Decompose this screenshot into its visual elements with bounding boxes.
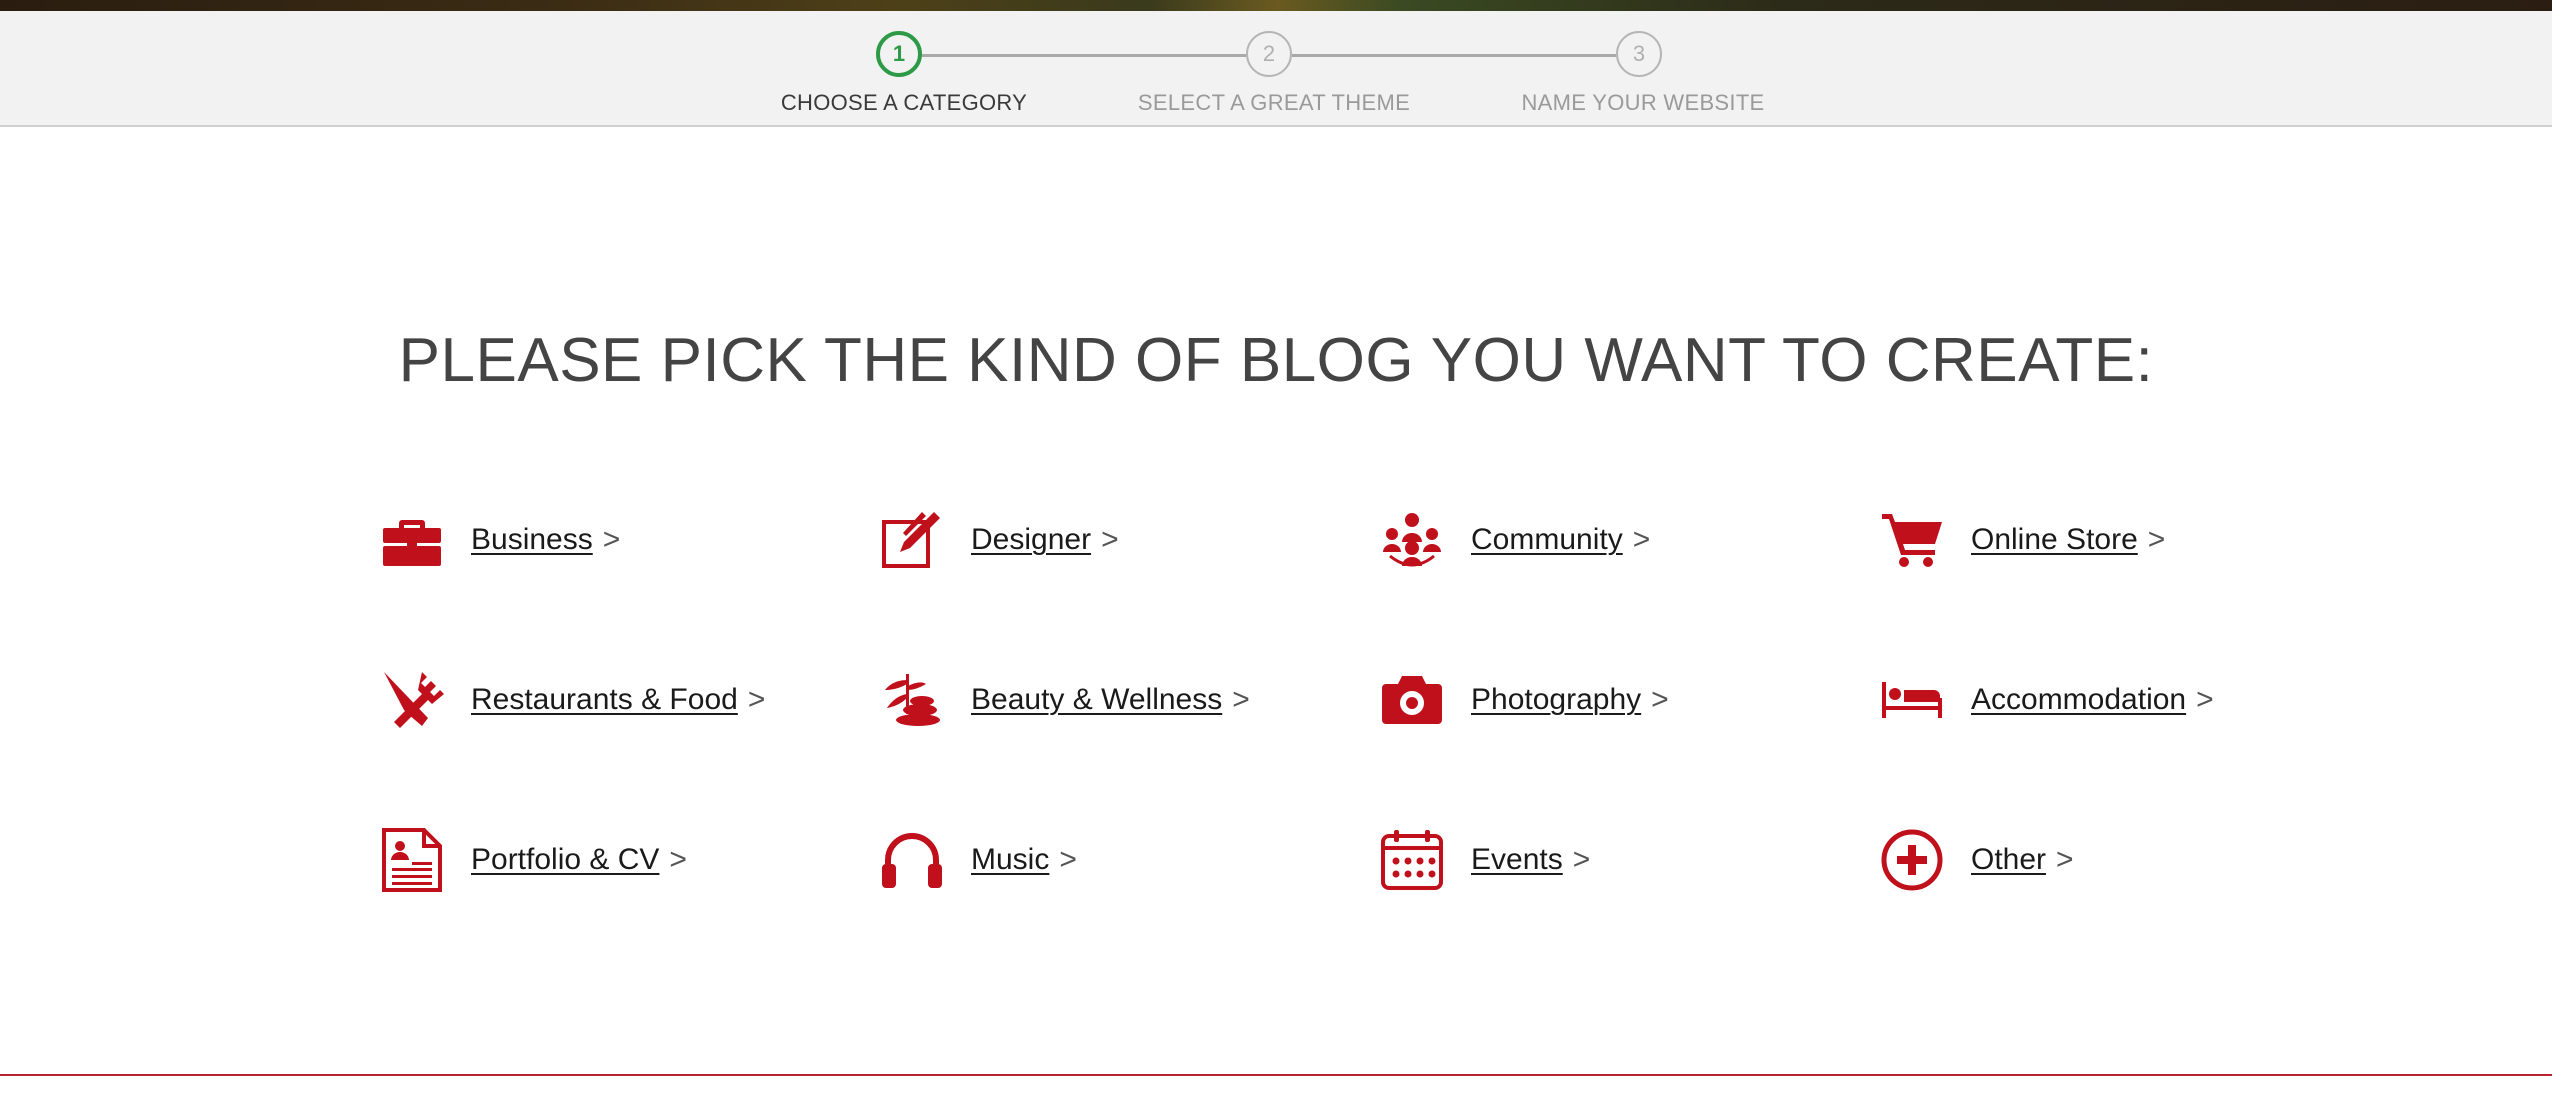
category-label: Business: [471, 523, 593, 556]
step-2-circle: 2: [1246, 31, 1292, 77]
category-accommodation-link[interactable]: Accommodation >: [1880, 662, 2214, 738]
spa-stones-icon: [880, 668, 944, 732]
chevron-right-icon: >: [1059, 843, 1077, 876]
step-1-label: CHOOSE A CATEGORY: [780, 90, 1028, 115]
header-image-strip: [0, 0, 2552, 11]
camera-icon: [1380, 668, 1444, 732]
category-label: Music: [971, 843, 1050, 876]
step-3-label: NAME YOUR WEBSITE: [1521, 90, 1765, 115]
progress-stepper: 1 2 3 CHOOSE A CATEGORY SELECT A GREAT T…: [0, 11, 2552, 127]
category-label: Community: [1471, 523, 1623, 556]
step-1-circle: 1: [876, 31, 922, 77]
category-beauty-wellness-link[interactable]: Beauty & Wellness >: [880, 662, 1250, 738]
chevron-right-icon: >: [2196, 683, 2214, 716]
chevron-right-icon: >: [602, 523, 621, 556]
chevron-right-icon: >: [2147, 523, 2166, 556]
category-label: Portfolio & CV: [471, 843, 660, 876]
category-label: Other: [1971, 843, 2047, 876]
chevron-right-icon: >: [1101, 523, 1119, 556]
resume-document-icon: [380, 828, 444, 892]
category-label: Photography: [1471, 683, 1642, 716]
pen-drawing-icon: [880, 508, 944, 572]
people-group-icon: [1380, 508, 1444, 572]
category-music-link[interactable]: Music >: [880, 822, 1077, 898]
step-3-circle: 3: [1616, 31, 1662, 77]
chevron-right-icon: >: [2056, 843, 2074, 876]
chevron-right-icon: >: [1572, 843, 1591, 876]
category-other-link[interactable]: Other >: [1880, 822, 2074, 898]
category-label: Accommodation: [1971, 683, 2187, 716]
knife-fork-icon: [380, 668, 444, 732]
chevron-right-icon: >: [747, 683, 766, 716]
category-label: Restaurants & Food: [471, 683, 738, 716]
step-2-label: SELECT A GREAT THEME: [1137, 90, 1411, 115]
category-portfolio-cv-link[interactable]: Portfolio & CV >: [380, 822, 687, 898]
step-connector: [1292, 54, 1616, 57]
footer-divider: [0, 1074, 2552, 1076]
bed-icon: [1880, 668, 1944, 732]
page-headline: PLEASE PICK THE KIND OF BLOG YOU WANT TO…: [398, 326, 2154, 395]
category-designer-link[interactable]: Designer >: [880, 502, 1119, 578]
briefcase-icon: [380, 508, 444, 572]
step-connector: [922, 54, 1246, 57]
category-restaurants-food-link[interactable]: Restaurants & Food >: [380, 662, 765, 738]
shopping-cart-icon: [1880, 508, 1944, 572]
category-events-link[interactable]: Events >: [1380, 822, 1590, 898]
category-business-link[interactable]: Business >: [380, 502, 620, 578]
chevron-right-icon: >: [1632, 523, 1651, 556]
category-photography-link[interactable]: Photography >: [1380, 662, 1669, 738]
plus-circle-icon: [1880, 828, 1944, 892]
category-online-store-link[interactable]: Online Store >: [1880, 502, 2165, 578]
category-label: Events: [1471, 843, 1563, 876]
chevron-right-icon: >: [1232, 683, 1250, 716]
chevron-right-icon: >: [1651, 683, 1669, 716]
chevron-right-icon: >: [669, 843, 687, 876]
headphones-icon: [880, 828, 944, 892]
category-label: Online Store: [1971, 523, 2138, 556]
calendar-icon: [1380, 828, 1444, 892]
category-community-link[interactable]: Community >: [1380, 502, 1650, 578]
category-label: Beauty & Wellness: [971, 683, 1223, 716]
category-label: Designer: [971, 523, 1092, 556]
